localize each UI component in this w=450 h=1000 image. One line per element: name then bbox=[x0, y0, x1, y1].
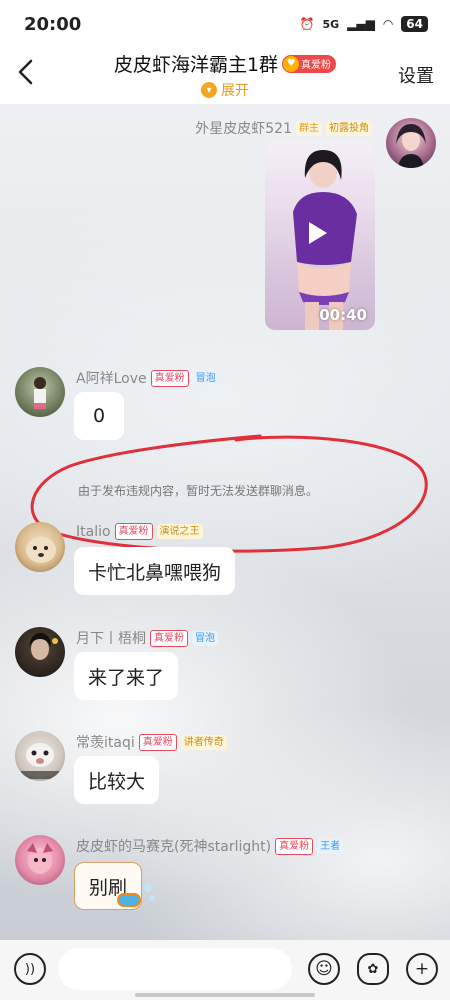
avatar[interactable] bbox=[15, 731, 65, 781]
sender-name: 常羡itaqi bbox=[76, 735, 135, 751]
voice-icon: )) bbox=[24, 961, 36, 977]
avatar[interactable] bbox=[15, 627, 65, 677]
tag-true-fan: 真爱粉 bbox=[150, 629, 188, 647]
avatar-portrait bbox=[27, 843, 53, 874]
avatar-portrait bbox=[26, 537, 56, 563]
tag-bubble: 冒泡 bbox=[192, 630, 218, 646]
tag-speaker-legend: 讲者传奇 bbox=[180, 734, 227, 750]
sticker-icon: ✿ bbox=[367, 961, 379, 977]
input-bar: )) ☺ ✿ + bbox=[0, 940, 450, 1000]
home-indicator bbox=[135, 993, 315, 997]
plus-icon: + bbox=[414, 959, 430, 979]
message-bubble[interactable]: 比较大 bbox=[74, 756, 160, 804]
avatar[interactable] bbox=[15, 835, 65, 885]
sender-name: 皮皮虾的马赛克(死神starlight) bbox=[76, 839, 272, 855]
sender-name: 月下丨梧桐 bbox=[76, 631, 146, 647]
message-sender-row: 常羡itaqi 真爱粉 讲者传奇 bbox=[76, 732, 227, 752]
add-button[interactable]: + bbox=[406, 953, 438, 985]
message-bubble[interactable]: 卡忙北鼻嘿喂狗 bbox=[74, 547, 236, 595]
tag-true-fan: 真爱粉 bbox=[114, 523, 153, 540]
tag-speaker: 演说之王 bbox=[156, 524, 203, 539]
tag-true-fan: 真爱粉 bbox=[275, 837, 314, 855]
voice-button[interactable]: )) bbox=[14, 953, 46, 985]
message-sender-row: Italio 真爱粉 演说之王 bbox=[76, 523, 203, 540]
message-sender-row: 皮皮虾的马赛克(死神starlight) 真爱粉 王者 bbox=[76, 836, 344, 856]
emoji-button[interactable]: ☺ bbox=[308, 953, 340, 985]
sender-name: Italio bbox=[76, 523, 111, 540]
snorkel-decoration-icon bbox=[117, 884, 155, 907]
tag-true-fan: 真爱粉 bbox=[138, 733, 177, 751]
avatar-portrait bbox=[21, 743, 59, 779]
avatar[interactable] bbox=[15, 522, 65, 572]
message-bubble[interactable]: 来了来了 bbox=[74, 652, 179, 700]
tag-king: 王者 bbox=[317, 838, 344, 854]
message-input[interactable] bbox=[58, 948, 292, 990]
sticker-button[interactable]: ✿ bbox=[357, 953, 389, 985]
message-sender-row: 月下丨梧桐 真爱粉 冒泡 bbox=[76, 628, 218, 648]
smiley-icon: ☺ bbox=[315, 959, 333, 979]
avatar-portrait bbox=[29, 633, 58, 660]
